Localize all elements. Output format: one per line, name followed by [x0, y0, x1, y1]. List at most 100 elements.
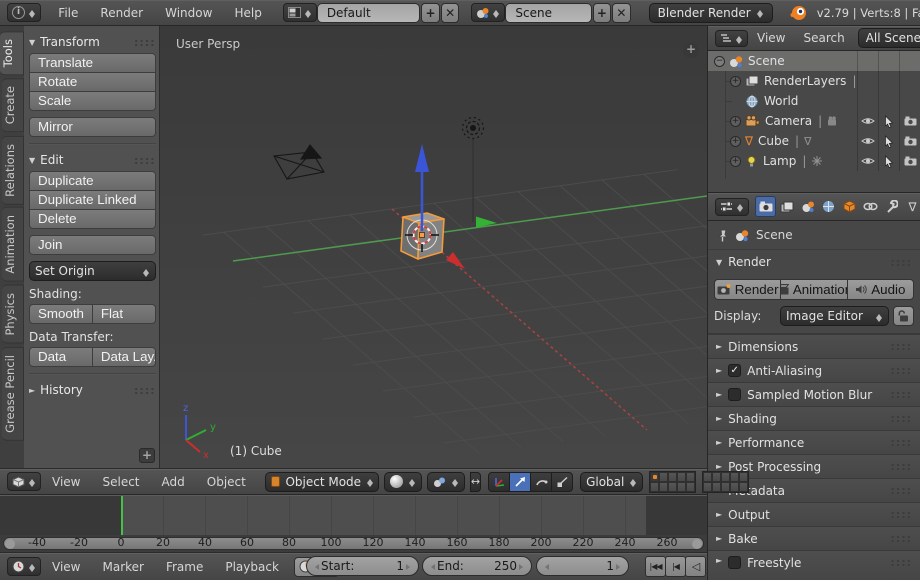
timeline-scrollbar-handle[interactable] [3, 537, 704, 550]
scene-browse-button[interactable] [471, 3, 505, 22]
transform-orientation-select[interactable]: Global [580, 472, 643, 492]
panel-grip-icon[interactable]: :::: [890, 532, 912, 545]
renderability-camera-toggle[interactable] [899, 111, 920, 131]
editor-type-button-info[interactable]: i [7, 3, 41, 22]
visibility-eye-toggle[interactable] [857, 111, 878, 131]
timeline-menu-frame[interactable]: Frame [155, 560, 214, 574]
collapse-expander-icon[interactable]: + [730, 136, 741, 147]
play-reverse-button[interactable]: ◁ [685, 556, 706, 577]
menu-add[interactable]: Add [151, 475, 196, 489]
panel-grip-icon[interactable]: :::: [890, 460, 912, 473]
shelf-tab-physics[interactable]: Physics [2, 285, 24, 344]
render-still-button[interactable]: Render [714, 279, 781, 300]
tab-constraints[interactable] [860, 196, 881, 217]
shelf-tab-create[interactable]: Create [2, 78, 24, 132]
outliner-display-filter[interactable]: All Scenes [858, 28, 920, 48]
add-layout-button[interactable]: + [421, 3, 440, 23]
mode-select[interactable]: Object Mode [265, 472, 379, 492]
panel-freestyle[interactable]: ► Freestyle :::: [708, 550, 920, 580]
layer-cell-active[interactable] [650, 472, 659, 482]
timeline-menu-marker[interactable]: Marker [91, 560, 154, 574]
history-panel-header[interactable]: ► History :::: [29, 379, 156, 401]
outliner-row-scene[interactable]: − Scene [708, 51, 920, 71]
rotate-button[interactable]: Rotate [29, 72, 156, 92]
panel-grip-icon[interactable]: :::: [890, 556, 912, 569]
renderability-camera-toggle[interactable] [899, 131, 920, 151]
screen-layout-name-field[interactable]: Default [317, 3, 421, 23]
layers-grid-1[interactable] [649, 471, 696, 493]
tab-world[interactable] [818, 196, 839, 217]
pin-icon[interactable] [717, 229, 728, 242]
data-button[interactable]: Data [29, 347, 93, 367]
anti-aliasing-checkbox-checked[interactable]: ✓ [728, 364, 741, 377]
timeline-scrollbar[interactable]: -40 -20 0 20 40 60 80 100 120 140 160 18… [0, 535, 707, 552]
timeline-track-area[interactable] [0, 495, 707, 535]
render-engine-select[interactable]: Blender Render [649, 3, 773, 23]
editor-type-button-properties[interactable] [715, 198, 749, 216]
panel-bake[interactable]: ► Bake :::: [708, 526, 920, 550]
tab-object[interactable] [839, 196, 860, 217]
render-panel-header[interactable]: ▼ Render :::: [708, 250, 920, 274]
panel-grip-icon[interactable]: :::: [890, 340, 912, 353]
collapse-expander-icon[interactable]: + [730, 116, 741, 127]
add-scene-button[interactable]: + [593, 3, 612, 23]
outliner-menu-view[interactable]: View [748, 31, 794, 45]
collapse-expander-icon[interactable]: + [730, 156, 741, 167]
panel-grip-icon[interactable]: :::: [134, 154, 156, 167]
camera-object[interactable] [274, 145, 324, 179]
timeline-menu-playback[interactable]: Playback [214, 560, 290, 574]
lamp-object[interactable] [463, 118, 484, 223]
shelf-tab-grease-pencil[interactable]: Grease Pencil [2, 347, 24, 441]
manipulator-translate-button[interactable] [509, 472, 531, 492]
frame-start-field[interactable]: Start: 1 [306, 556, 419, 576]
transform-panel-header[interactable]: ▼ Transform :::: [29, 31, 156, 53]
visibility-eye-toggle[interactable] [857, 151, 878, 171]
pivot-point-select[interactable] [427, 472, 465, 492]
scale-button[interactable]: Scale [29, 91, 156, 111]
tab-modifiers[interactable] [881, 196, 902, 217]
set-origin-dropdown[interactable]: Set Origin [29, 261, 156, 281]
panel-sampled-motion-blur[interactable]: ► Sampled Motion Blur :::: [708, 382, 920, 406]
display-select[interactable]: Image Editor [780, 306, 889, 326]
menu-window[interactable]: Window [154, 6, 223, 20]
edit-panel-header[interactable]: ▼ Edit :::: [29, 149, 156, 171]
panel-grip-icon[interactable]: :::: [890, 412, 912, 425]
shelf-tab-tools[interactable]: Tools [0, 31, 24, 75]
manipulator-scale-button[interactable] [551, 472, 573, 492]
viewport-3d[interactable]: z y x User Persp (1) Cube + [160, 26, 707, 468]
render-animation-button[interactable]: Animation [780, 279, 847, 300]
previous-keyframe-button[interactable]: |◀ [665, 556, 686, 577]
panel-dimensions[interactable]: ► Dimensions :::: [708, 334, 920, 358]
menu-select[interactable]: Select [91, 475, 150, 489]
manipulator-x-arrow[interactable] [446, 252, 465, 269]
viewport-shading-select[interactable] [384, 472, 422, 492]
renderability-camera-toggle[interactable] [899, 151, 920, 171]
panel-shading[interactable]: ► Shading :::: [708, 406, 920, 430]
panel-grip-icon[interactable]: :::: [134, 36, 156, 49]
timeline-menu-view[interactable]: View [41, 560, 91, 574]
menu-file[interactable]: File [47, 6, 89, 20]
selectability-cursor-toggle[interactable] [878, 131, 899, 151]
outliner-row-cube[interactable]: + ∇ Cube | ∇ [708, 131, 920, 151]
selectability-cursor-toggle[interactable] [878, 111, 899, 131]
menu-render[interactable]: Render [89, 6, 154, 20]
manipulator-rotate-button[interactable] [530, 472, 552, 492]
tab-render-layers[interactable] [776, 196, 797, 217]
current-frame-field[interactable]: 1 [536, 556, 629, 576]
panel-grip-icon[interactable]: :::: [890, 388, 912, 401]
shelf-tab-animation[interactable]: Animation [2, 207, 24, 282]
frame-end-field[interactable]: End: 250 [422, 556, 532, 576]
shelf-tab-relations[interactable]: Relations [2, 136, 24, 205]
editor-type-button-3dview[interactable] [7, 472, 41, 491]
tab-data[interactable]: ∇ [902, 196, 920, 217]
editor-type-button-timeline[interactable] [7, 557, 41, 576]
translate-button[interactable]: Translate [29, 53, 156, 73]
delete-scene-button[interactable]: ✕ [612, 3, 631, 23]
join-button[interactable]: Join [29, 235, 156, 255]
layers-grid-2[interactable] [702, 471, 749, 493]
panel-grip-icon[interactable]: :::: [890, 484, 912, 497]
outliner-row-world[interactable]: + World [708, 91, 920, 111]
delete-layout-button[interactable]: ✕ [441, 3, 460, 23]
panel-grip-icon[interactable]: :::: [890, 508, 912, 521]
freestyle-checkbox-unchecked[interactable] [728, 556, 741, 569]
